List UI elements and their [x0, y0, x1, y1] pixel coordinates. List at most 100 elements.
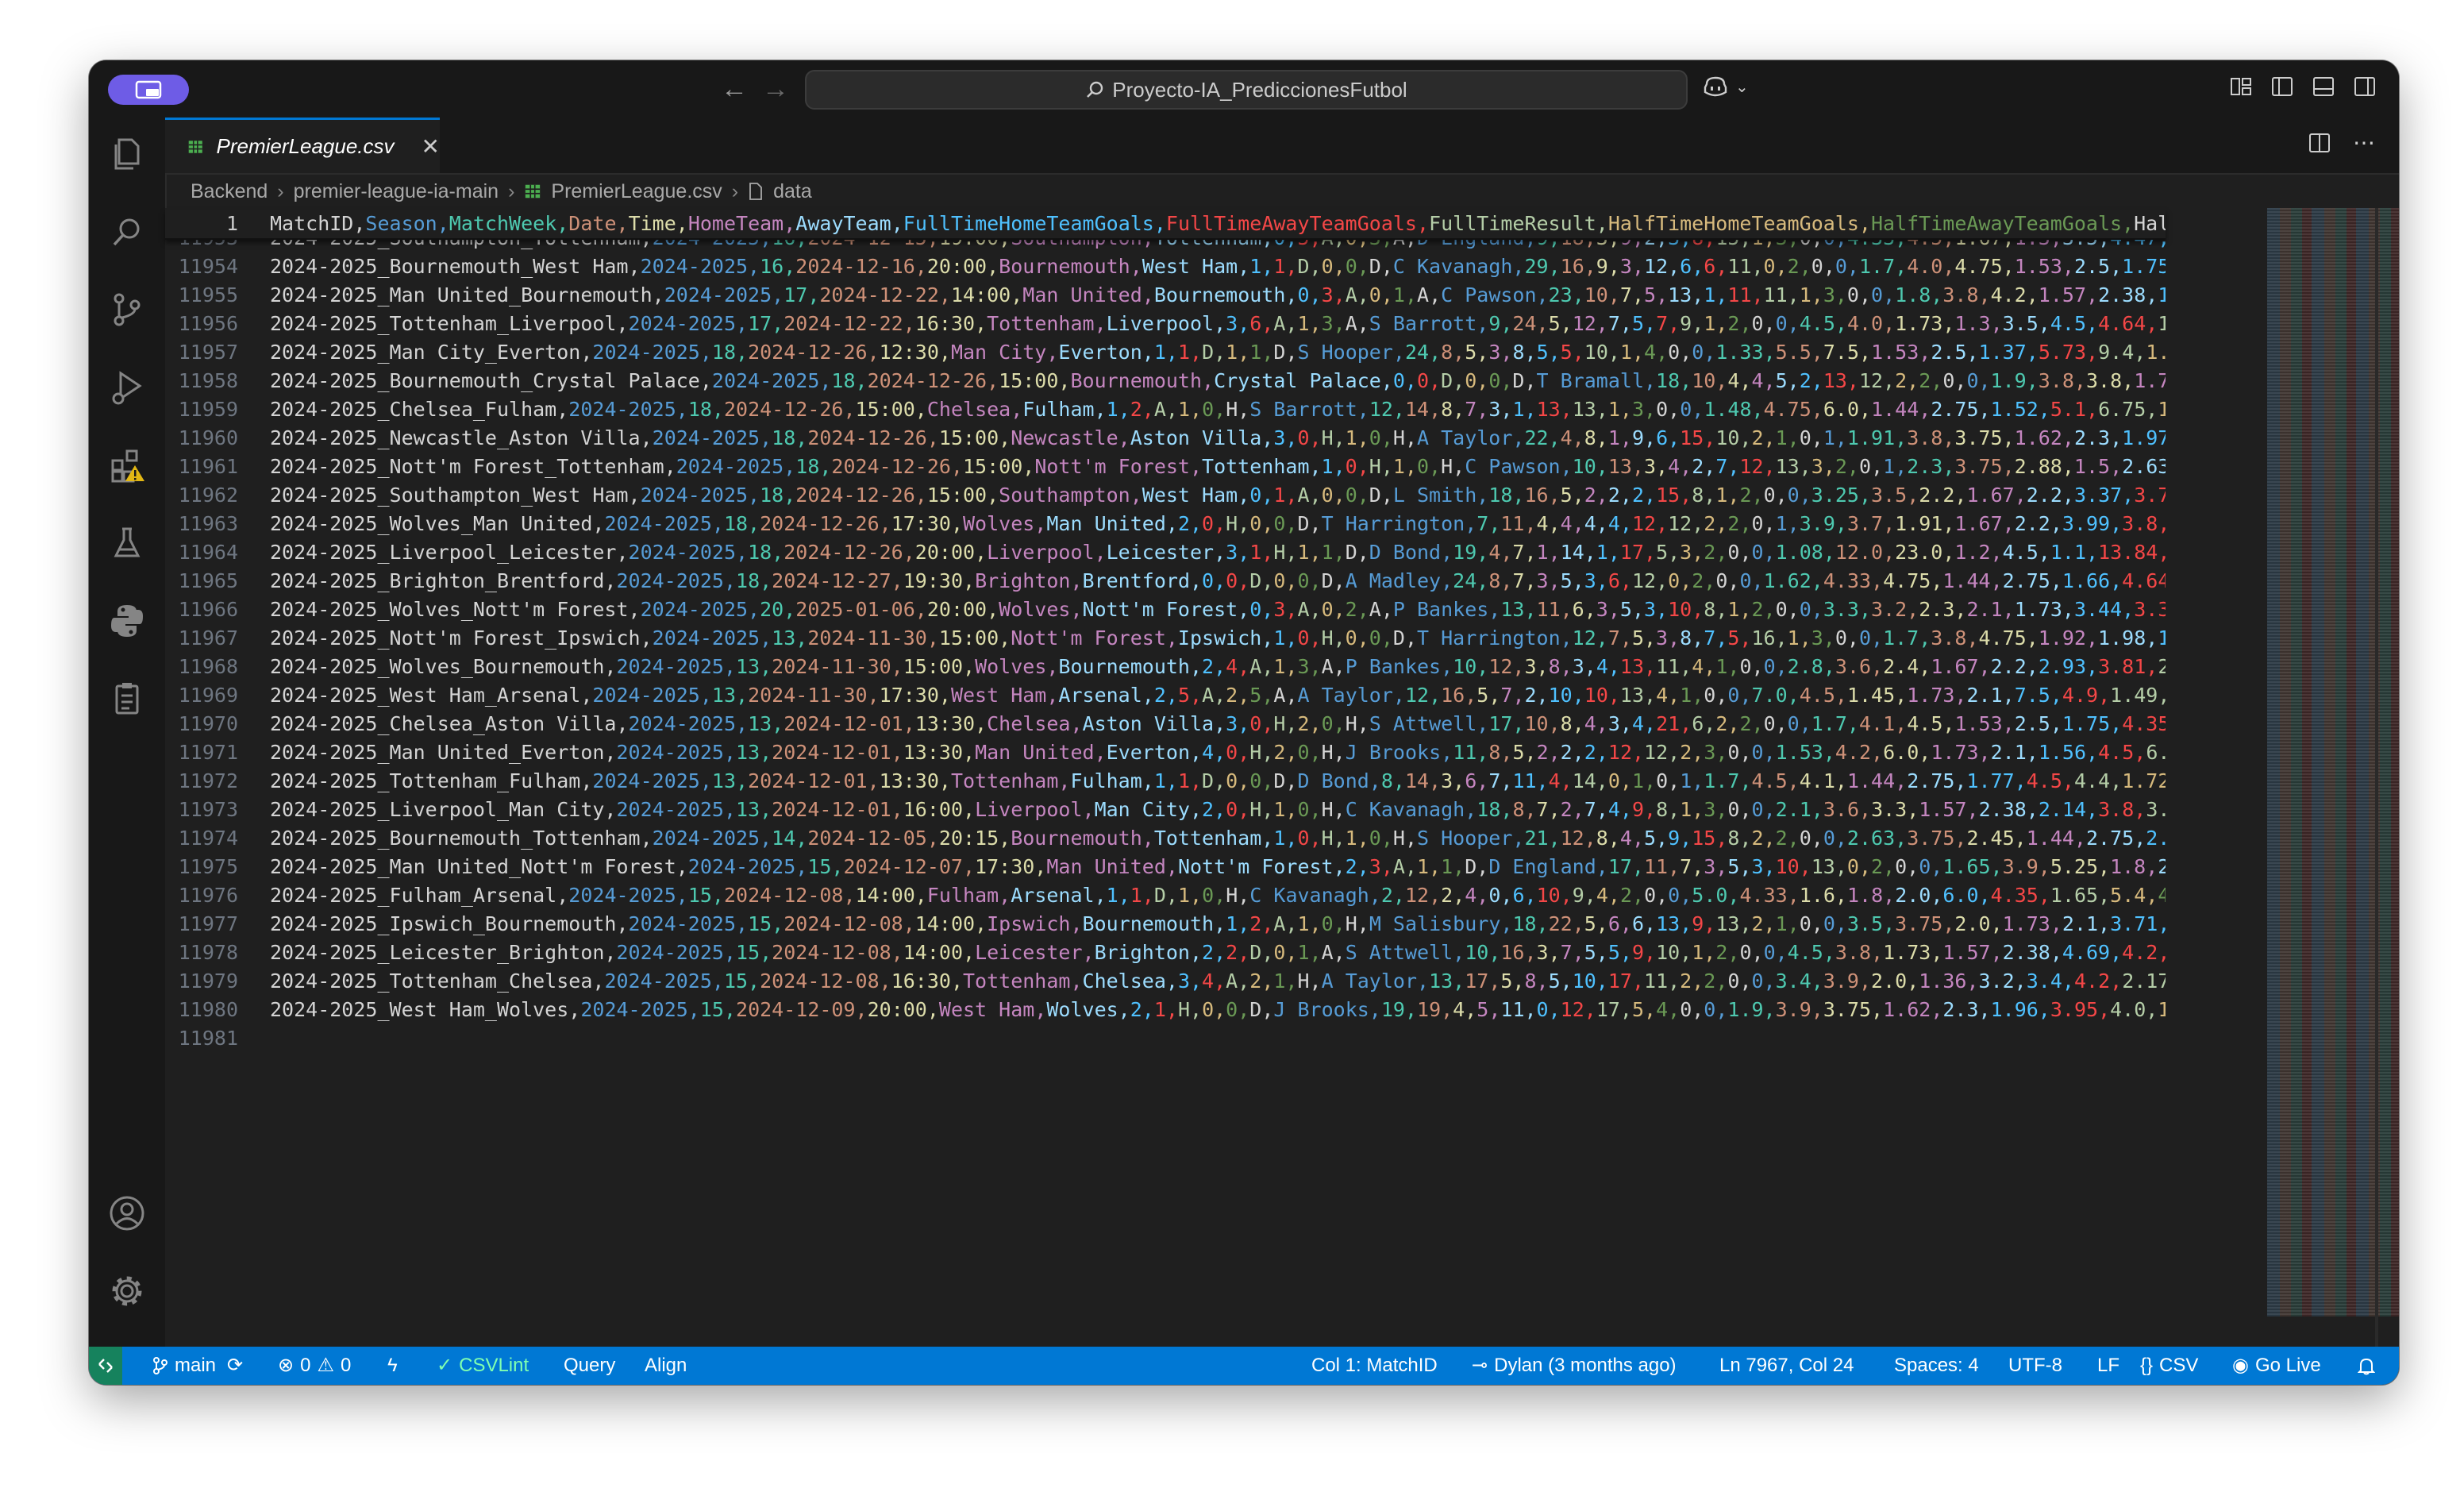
table-row[interactable]: 11956 2024-2025_Tottenham_Liverpool,2024-… — [165, 310, 2166, 338]
back-arrow-icon[interactable]: ← — [721, 73, 748, 105]
breadcrumb-item[interactable]: Backend — [191, 180, 268, 203]
notifications-bell-icon[interactable] — [2358, 1347, 2375, 1385]
line-number: 11959 — [178, 398, 238, 421]
header-row[interactable]: 1 MatchID,Season,MatchWeek,Date,Time,Home… — [165, 210, 2166, 240]
line-number: 11957 — [178, 341, 238, 364]
line-text: 2024-2025_Wolves_Nott'm Forest,2024-2025… — [270, 598, 2166, 621]
vertical-scrollbar[interactable] — [2375, 208, 2378, 1347]
breadcrumb-item[interactable]: premier-league-ia-main — [294, 180, 499, 203]
line-number: 11966 — [178, 598, 238, 621]
table-row[interactable]: 11966 2024-2025_Wolves_Nott'm Forest,2024… — [165, 596, 2166, 624]
table-row[interactable]: 11981 — [165, 1024, 2166, 1053]
file-icon — [749, 183, 763, 200]
check-circle-icon: ✓ — [437, 1355, 453, 1376]
blame-text: Dylan (3 months ago) — [1494, 1355, 1677, 1376]
source-control-icon[interactable] — [108, 291, 146, 329]
problems-status[interactable]: ⊗ 0 ⚠ 0 — [278, 1347, 351, 1385]
line-text: 2024-2025_Ipswich_Bournemouth,2024-2025,… — [270, 912, 2166, 935]
table-row[interactable]: 11976 2024-2025_Fulham_Arsenal,2024-2025,… — [165, 881, 2166, 910]
table-row[interactable]: 11962 2024-2025_Southampton_West Ham,2024… — [165, 481, 2166, 510]
line-number: 11979 — [178, 970, 238, 993]
breadcrumb-item[interactable]: data — [773, 180, 812, 203]
broadcast-icon: ◉ — [2232, 1355, 2249, 1376]
toggle-primary-sidebar-icon[interactable] — [2270, 75, 2294, 98]
table-row[interactable]: 11957 2024-2025_Man City_Everton,2024-202… — [165, 338, 2166, 367]
command-center-search[interactable]: Proyecto-IA_PrediccionesFutbol — [805, 70, 1688, 110]
eol-status[interactable]: LF — [2097, 1347, 2119, 1385]
table-row[interactable]: 11963 2024-2025_Wolves_Man United,2024-20… — [165, 510, 2166, 538]
table-row[interactable]: 11972 2024-2025_Tottenham_Fulham,2024-202… — [165, 767, 2166, 796]
table-row[interactable]: 11964 2024-2025_Liverpool_Leicester,2024-… — [165, 538, 2166, 567]
editor-area[interactable]: 1 MatchID,Season,MatchWeek,Date,Time,Home… — [165, 208, 2399, 1347]
clipboard-icon[interactable] — [108, 680, 146, 718]
breadcrumb-item[interactable]: PremierLeague.csv — [551, 180, 722, 203]
chevron-down-icon: ⌄ — [1735, 78, 1749, 96]
align-button[interactable]: Align — [645, 1347, 687, 1385]
table-row[interactable]: 11968 2024-2025_Wolves_Bournemouth,2024-2… — [165, 653, 2166, 681]
toggle-secondary-sidebar-icon[interactable] — [2353, 75, 2377, 98]
table-row[interactable]: 11971 2024-2025_Man United_Everton,2024-2… — [165, 738, 2166, 767]
csv-column-status[interactable]: Col 1: MatchID — [1311, 1347, 1438, 1385]
run-and-debug-icon[interactable] — [108, 368, 146, 407]
encoding-status[interactable]: UTF-8 — [2008, 1347, 2062, 1385]
settings-gear-icon[interactable] — [108, 1272, 146, 1310]
toggle-panel-icon[interactable] — [2312, 75, 2335, 98]
table-row[interactable]: 11974 2024-2025_Bournemouth_Tottenham,202… — [165, 824, 2166, 853]
chevron-right-icon: › — [731, 179, 739, 202]
table-row[interactable]: 11980 2024-2025_West Ham_Wolves,2024-2025… — [165, 996, 2166, 1024]
go-live-button[interactable]: ◉ Go Live — [2232, 1347, 2321, 1385]
python-icon[interactable] — [108, 602, 146, 640]
remote-indicator-icon[interactable] — [89, 1347, 122, 1385]
table-row[interactable]: 11975 2024-2025_Man United_Nott'm Forest,… — [165, 853, 2166, 881]
explorer-icon[interactable] — [108, 135, 146, 173]
line-text: 2024-2025_Tottenham_Liverpool,2024-2025,… — [270, 312, 2166, 335]
table-row[interactable]: 11961 2024-2025_Nott'm Forest_Tottenham,2… — [165, 453, 2166, 481]
error-count: 0 — [300, 1355, 311, 1376]
line-text: 2024-2025_Tottenham_Chelsea,2024-2025,15… — [270, 970, 2166, 993]
table-row[interactable]: 11969 2024-2025_West Ham_Arsenal,2024-202… — [165, 681, 2166, 710]
lightning-icon[interactable]: ϟ — [387, 1347, 398, 1385]
indentation-status[interactable]: Spaces: 4 — [1894, 1347, 1979, 1385]
branch-status[interactable]: main ⟳ — [152, 1347, 243, 1385]
customize-layout-icon[interactable] — [2229, 75, 2253, 98]
table-row[interactable]: 11960 2024-2025_Newcastle_Aston Villa,202… — [165, 424, 2166, 453]
git-blame-status[interactable]: ⊸ Dylan (3 months ago) — [1472, 1347, 1677, 1385]
close-icon[interactable]: ✕ — [422, 133, 440, 160]
query-button[interactable]: Query — [564, 1347, 615, 1385]
line-number: 11981 — [178, 1027, 238, 1050]
minimap[interactable] — [2267, 208, 2399, 1316]
cursor-position[interactable]: Ln 7967, Col 24 — [1719, 1347, 1854, 1385]
tab-premierleague-csv[interactable]: PremierLeague.csv ✕ — [165, 118, 440, 173]
copilot-menu[interactable]: ⌄ — [1702, 75, 1749, 98]
forward-arrow-icon[interactable]: → — [762, 73, 789, 105]
line-text: 2024-2025_Chelsea_Fulham,2024-2025,18,20… — [270, 398, 2166, 421]
table-row[interactable]: 11954 2024-2025_Bournemouth_West Ham,2024… — [165, 252, 2166, 281]
line-text: 2024-2025_Bournemouth_Crystal Palace,202… — [270, 369, 2166, 392]
testing-icon[interactable] — [108, 524, 146, 562]
table-row[interactable]: 11965 2024-2025_Brighton_Brentford,2024-2… — [165, 567, 2166, 596]
table-row[interactable]: 11978 2024-2025_Leicester_Brighton,2024-2… — [165, 939, 2166, 967]
table-row[interactable]: 11979 2024-2025_Tottenham_Chelsea,2024-20… — [165, 967, 2166, 996]
table-row[interactable]: 11958 2024-2025_Bournemouth_Crystal Palac… — [165, 367, 2166, 395]
table-row[interactable]: 11959 2024-2025_Chelsea_Fulham,2024-2025,… — [165, 395, 2166, 424]
split-editor-icon[interactable] — [2308, 132, 2331, 160]
table-row[interactable]: 11955 2024-2025_Man United_Bournemouth,20… — [165, 281, 2166, 310]
language-status[interactable]: {} CSV — [2140, 1347, 2198, 1385]
table-row[interactable]: 11970 2024-2025_Chelsea_Aston Villa,2024-… — [165, 710, 2166, 738]
accounts-remote-pill[interactable] — [108, 75, 189, 105]
table-row[interactable]: 11977 2024-2025_Ipswich_Bournemouth,2024-… — [165, 910, 2166, 939]
account-icon[interactable] — [108, 1194, 146, 1232]
line-number: 11961 — [178, 455, 238, 478]
extensions-warning-icon[interactable] — [108, 446, 146, 484]
activity-bar — [89, 118, 167, 1347]
table-row[interactable]: 11973 2024-2025_Liverpool_Man City,2024-2… — [165, 796, 2166, 824]
line-number: 11958 — [178, 369, 238, 392]
search-view-icon[interactable] — [108, 213, 146, 251]
csvlint-status[interactable]: ✓ CSVLint — [437, 1347, 529, 1385]
table-row[interactable]: 11967 2024-2025_Nott'm Forest_Ipswich,202… — [165, 624, 2166, 653]
sync-icon[interactable]: ⟳ — [227, 1347, 243, 1385]
line-text: 2024-2025_Leicester_Brighton,2024-2025,1… — [270, 941, 2166, 964]
layout-controls — [2229, 75, 2377, 98]
more-actions-icon[interactable]: ⋯ — [2353, 132, 2375, 160]
search-icon — [1087, 81, 1103, 98]
